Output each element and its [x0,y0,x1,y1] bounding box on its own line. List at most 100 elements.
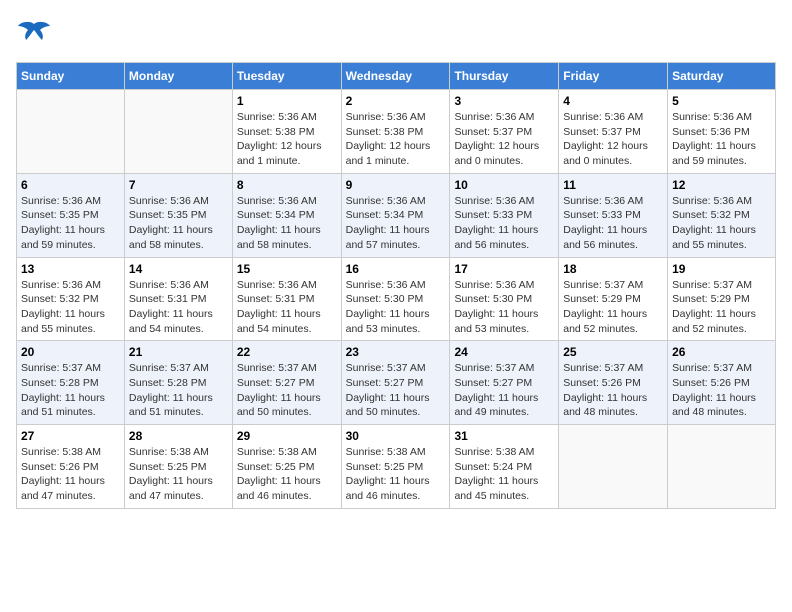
day-detail: Sunrise: 5:38 AM Sunset: 5:25 PM Dayligh… [346,445,446,504]
calendar-week-row: 6 Sunrise: 5:36 AM Sunset: 5:35 PM Daylig… [17,173,776,257]
weekday-header: Monday [124,63,232,90]
day-detail: Sunrise: 5:38 AM Sunset: 5:25 PM Dayligh… [237,445,337,504]
day-number: 8 [237,178,337,192]
day-detail: Sunrise: 5:36 AM Sunset: 5:34 PM Dayligh… [237,194,337,253]
day-detail: Sunrise: 5:37 AM Sunset: 5:26 PM Dayligh… [563,361,663,420]
day-detail: Sunrise: 5:36 AM Sunset: 5:38 PM Dayligh… [346,110,446,169]
weekday-header: Tuesday [232,63,341,90]
calendar-week-row: 1 Sunrise: 5:36 AM Sunset: 5:38 PM Daylig… [17,90,776,174]
calendar-cell: 10 Sunrise: 5:36 AM Sunset: 5:33 PM Dayli… [450,173,559,257]
day-number: 29 [237,429,337,443]
day-number: 14 [129,262,228,276]
calendar-cell: 27 Sunrise: 5:38 AM Sunset: 5:26 PM Dayli… [17,425,125,509]
calendar-cell: 1 Sunrise: 5:36 AM Sunset: 5:38 PM Daylig… [232,90,341,174]
day-number: 30 [346,429,446,443]
calendar-cell: 11 Sunrise: 5:36 AM Sunset: 5:33 PM Dayli… [559,173,668,257]
day-detail: Sunrise: 5:36 AM Sunset: 5:32 PM Dayligh… [21,278,120,337]
calendar-cell: 3 Sunrise: 5:36 AM Sunset: 5:37 PM Daylig… [450,90,559,174]
day-detail: Sunrise: 5:36 AM Sunset: 5:37 PM Dayligh… [563,110,663,169]
calendar-cell: 12 Sunrise: 5:36 AM Sunset: 5:32 PM Dayli… [668,173,776,257]
calendar-cell [17,90,125,174]
logo [16,16,56,52]
weekday-header: Thursday [450,63,559,90]
day-detail: Sunrise: 5:36 AM Sunset: 5:30 PM Dayligh… [346,278,446,337]
weekday-header: Saturday [668,63,776,90]
calendar-cell: 2 Sunrise: 5:36 AM Sunset: 5:38 PM Daylig… [341,90,450,174]
day-number: 3 [454,94,554,108]
calendar-cell: 25 Sunrise: 5:37 AM Sunset: 5:26 PM Dayli… [559,341,668,425]
calendar-cell: 24Sunrise: 5:37 AM Sunset: 5:27 PM Dayli… [450,341,559,425]
calendar-cell: 9 Sunrise: 5:36 AM Sunset: 5:34 PM Daylig… [341,173,450,257]
calendar-cell [668,425,776,509]
calendar-cell: 8 Sunrise: 5:36 AM Sunset: 5:34 PM Daylig… [232,173,341,257]
day-number: 28 [129,429,228,443]
day-detail: Sunrise: 5:36 AM Sunset: 5:32 PM Dayligh… [672,194,771,253]
day-detail: Sunrise: 5:36 AM Sunset: 5:30 PM Dayligh… [454,278,554,337]
calendar-cell: 22Sunrise: 5:37 AM Sunset: 5:27 PM Dayli… [232,341,341,425]
day-detail: Sunrise: 5:37 AM Sunset: 5:28 PM Dayligh… [21,361,120,420]
day-detail: Sunrise: 5:37 AM Sunset: 5:29 PM Dayligh… [563,278,663,337]
day-detail: Sunrise: 5:36 AM Sunset: 5:33 PM Dayligh… [454,194,554,253]
calendar-cell: 16 Sunrise: 5:36 AM Sunset: 5:30 PM Dayli… [341,257,450,341]
day-detail: Sunrise: 5:37 AM Sunset: 5:27 PM Dayligh… [346,361,446,420]
day-detail: Sunrise: 5:38 AM Sunset: 5:24 PM Dayligh… [454,445,554,504]
calendar-week-row: 27 Sunrise: 5:38 AM Sunset: 5:26 PM Dayli… [17,425,776,509]
day-number: 9 [346,178,446,192]
day-detail: Sunrise: 5:37 AM Sunset: 5:27 PM Dayligh… [237,361,337,420]
day-number: 19 [672,262,771,276]
day-detail: Sunrise: 5:36 AM Sunset: 5:38 PM Dayligh… [237,110,337,169]
day-number: 11 [563,178,663,192]
day-detail: Sunrise: 5:36 AM Sunset: 5:35 PM Dayligh… [129,194,228,253]
day-number: 23 [346,345,446,359]
day-detail: Sunrise: 5:36 AM Sunset: 5:35 PM Dayligh… [21,194,120,253]
calendar-cell: 4Sunrise: 5:36 AM Sunset: 5:37 PM Daylig… [559,90,668,174]
day-number: 31 [454,429,554,443]
calendar-week-row: 13Sunrise: 5:36 AM Sunset: 5:32 PM Dayli… [17,257,776,341]
day-number: 25 [563,345,663,359]
day-number: 10 [454,178,554,192]
calendar-cell: 23 Sunrise: 5:37 AM Sunset: 5:27 PM Dayli… [341,341,450,425]
calendar-cell: 20 Sunrise: 5:37 AM Sunset: 5:28 PM Dayli… [17,341,125,425]
calendar-cell: 21 Sunrise: 5:37 AM Sunset: 5:28 PM Dayli… [124,341,232,425]
day-number: 27 [21,429,120,443]
day-number: 1 [237,94,337,108]
day-number: 15 [237,262,337,276]
day-detail: Sunrise: 5:37 AM Sunset: 5:27 PM Dayligh… [454,361,554,420]
day-number: 7 [129,178,228,192]
day-number: 20 [21,345,120,359]
day-number: 2 [346,94,446,108]
calendar-cell: 5Sunrise: 5:36 AM Sunset: 5:36 PM Daylig… [668,90,776,174]
calendar-cell: 19 Sunrise: 5:37 AM Sunset: 5:29 PM Dayli… [668,257,776,341]
day-detail: Sunrise: 5:36 AM Sunset: 5:31 PM Dayligh… [237,278,337,337]
weekday-header: Sunday [17,63,125,90]
day-number: 6 [21,178,120,192]
day-detail: Sunrise: 5:36 AM Sunset: 5:37 PM Dayligh… [454,110,554,169]
day-detail: Sunrise: 5:36 AM Sunset: 5:33 PM Dayligh… [563,194,663,253]
page-header [16,16,776,52]
day-detail: Sunrise: 5:37 AM Sunset: 5:26 PM Dayligh… [672,361,771,420]
calendar-cell: 28Sunrise: 5:38 AM Sunset: 5:25 PM Dayli… [124,425,232,509]
calendar-cell: 30 Sunrise: 5:38 AM Sunset: 5:25 PM Dayli… [341,425,450,509]
calendar-table: SundayMondayTuesdayWednesdayThursdayFrid… [16,62,776,509]
calendar-cell: 31 Sunrise: 5:38 AM Sunset: 5:24 PM Dayli… [450,425,559,509]
day-number: 16 [346,262,446,276]
calendar-cell: 26Sunrise: 5:37 AM Sunset: 5:26 PM Dayli… [668,341,776,425]
calendar-cell [559,425,668,509]
day-number: 12 [672,178,771,192]
calendar-cell: 7 Sunrise: 5:36 AM Sunset: 5:35 PM Daylig… [124,173,232,257]
weekday-header: Friday [559,63,668,90]
day-number: 21 [129,345,228,359]
calendar-cell: 17 Sunrise: 5:36 AM Sunset: 5:30 PM Dayli… [450,257,559,341]
logo-icon [16,16,52,52]
day-detail: Sunrise: 5:37 AM Sunset: 5:28 PM Dayligh… [129,361,228,420]
day-detail: Sunrise: 5:36 AM Sunset: 5:36 PM Dayligh… [672,110,771,169]
day-detail: Sunrise: 5:36 AM Sunset: 5:34 PM Dayligh… [346,194,446,253]
weekday-header: Wednesday [341,63,450,90]
calendar-cell [124,90,232,174]
calendar-cell: 14 Sunrise: 5:36 AM Sunset: 5:31 PM Dayli… [124,257,232,341]
calendar-cell: 29 Sunrise: 5:38 AM Sunset: 5:25 PM Dayli… [232,425,341,509]
day-detail: Sunrise: 5:37 AM Sunset: 5:29 PM Dayligh… [672,278,771,337]
day-detail: Sunrise: 5:36 AM Sunset: 5:31 PM Dayligh… [129,278,228,337]
day-detail: Sunrise: 5:38 AM Sunset: 5:26 PM Dayligh… [21,445,120,504]
day-number: 17 [454,262,554,276]
